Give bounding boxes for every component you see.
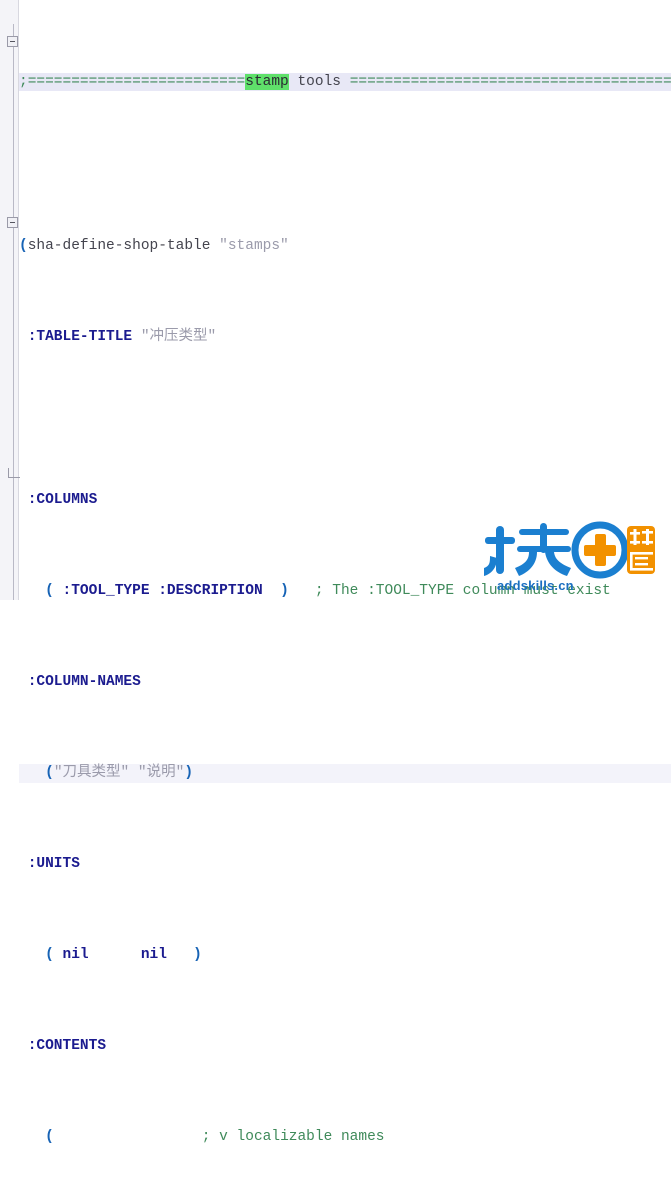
units-open-paren: (: [45, 947, 54, 964]
key-column-names: :COLUMN-NAMES: [27, 674, 141, 691]
key-units: :UNITS: [27, 856, 80, 873]
fold-gutter[interactable]: [0, 0, 19, 600]
banner-line: ;=========================stamp tools ==…: [19, 72, 671, 91]
column-names-open-paren: (: [45, 765, 54, 782]
fold-end-marker-contents: [8, 468, 20, 478]
units-value-line: ( nil nil ): [19, 946, 671, 964]
contents-open-line: ( ; v localizable names: [19, 1128, 671, 1146]
units-close-paren: ): [193, 947, 202, 964]
column-names-key-line: :COLUMN-NAMES: [19, 673, 671, 691]
column-names-close-paren: ): [184, 765, 194, 782]
columns-close-paren: ): [280, 583, 289, 600]
banner-rule-left: =========================: [27, 73, 246, 90]
key-contents: :CONTENTS: [27, 1038, 107, 1055]
column-name-second: "说明": [137, 765, 185, 782]
column-names-value-line: ("刀具类型" "说明"): [19, 764, 671, 783]
banner-middle-text: tools: [288, 73, 350, 90]
column-tool-type: :TOOL_TYPE: [62, 583, 150, 600]
banner-semicolon: ;: [19, 73, 28, 90]
contents-key-line: :CONTENTS: [19, 1037, 671, 1055]
columns-open-paren: (: [45, 583, 54, 600]
banner-rule-right: ========================================…: [349, 73, 671, 90]
fold-marker-form[interactable]: [7, 36, 18, 47]
contents-comment: ; v localizable names: [201, 1129, 385, 1146]
form-table-name: "stamps": [219, 237, 289, 254]
key-columns: :COLUMNS: [27, 492, 98, 509]
fold-marker-contents[interactable]: [7, 217, 18, 228]
code-content[interactable]: ;=========================stamp tools ==…: [19, 0, 671, 1145]
form-open-line: (sha-define-shop-table "stamps": [19, 237, 671, 255]
column-name-first: "刀具类型": [53, 765, 130, 782]
columns-key-line: :COLUMNS: [19, 491, 671, 509]
contents-open-paren: (: [45, 1129, 54, 1146]
form-head-symbol: sha-define-shop-table: [27, 237, 211, 254]
table-title-line: :TABLE-TITLE "冲压类型": [19, 328, 671, 346]
columns-value-line: ( :TOOL_TYPE :DESCRIPTION ) ; The :TOOL_…: [19, 582, 671, 600]
units-second-nil: nil: [140, 947, 167, 964]
key-table-title: :TABLE-TITLE: [27, 328, 133, 345]
table-title-value: "冲压类型": [140, 328, 217, 345]
search-highlight-stamp[interactable]: stamp: [245, 73, 289, 90]
column-description: :DESCRIPTION: [158, 583, 263, 600]
gutter-guide-line: [13, 24, 14, 600]
form-open-paren: (: [19, 237, 28, 254]
columns-comment: ; The :TOOL_TYPE column must exist: [314, 583, 611, 600]
units-key-line: :UNITS: [19, 855, 671, 873]
code-editor[interactable]: ;=========================stamp tools ==…: [0, 0, 671, 1145]
units-first-nil: nil: [62, 947, 89, 964]
